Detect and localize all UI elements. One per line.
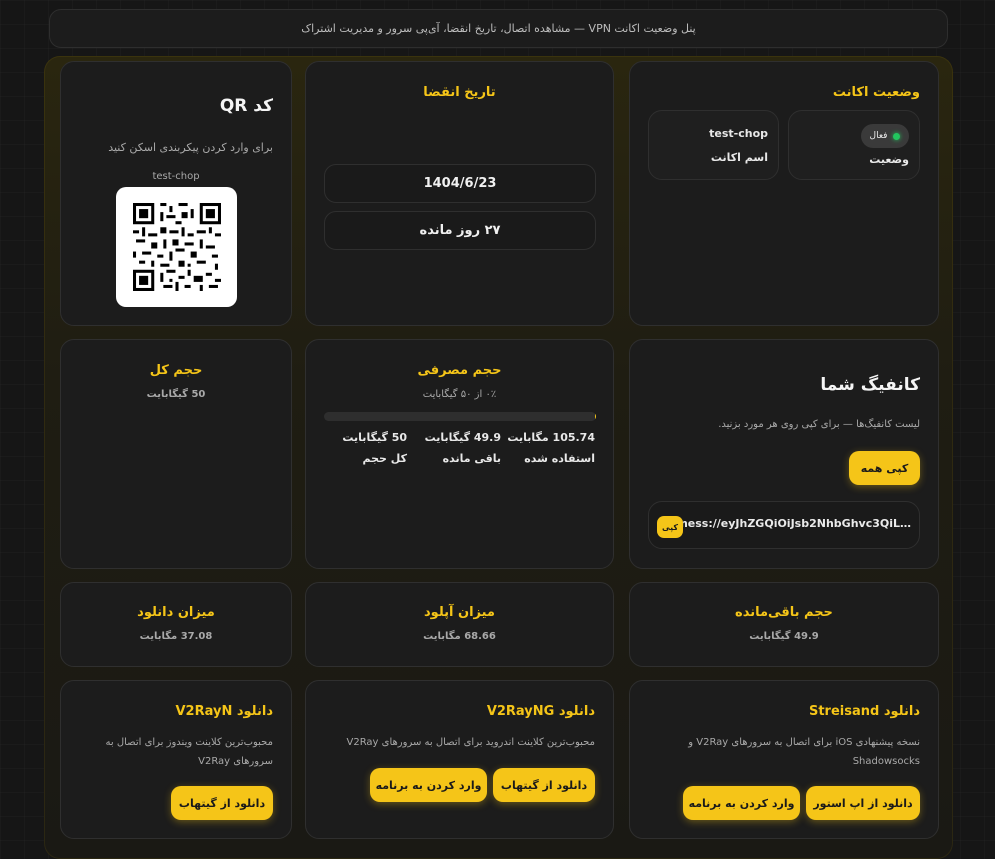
config-item[interactable]: vmess://eyJhZGQiOiJsb2NhbGhvc3QiL… کپی [648,501,920,549]
usage-used-value: 105.74 مگابایت [507,431,595,444]
app-store-button[interactable]: دانلود از اپ استور [806,786,920,820]
config-copy-button[interactable]: کپی [657,516,683,538]
status-label: وضعیت [869,153,909,166]
remaining-volume-title: حجم باقی‌مانده [735,605,833,620]
v2rayn-desc: محبوب‌ترین کلاینت ویندوز برای اتصال به س… [105,737,273,767]
qr-code-icon [132,203,221,291]
qr-code-image [116,187,237,307]
remaining-volume-card: حجم باقی‌مانده 49.9 گیگابایت [629,582,939,667]
usage-progress-bar [324,412,596,421]
qr-card: کد QR برای وارد کردن پیکربندی اسکن کنید … [60,61,292,326]
v2rayng-desc: محبوب‌ترین کلاینت اندروید برای اتصال به … [346,737,596,748]
config-hint: لیست کانفیگ‌ها — برای کپی روی هر مورد بز… [718,419,920,430]
download-card: میزان دانلود 37.08 مگابایت [60,582,292,667]
qr-title: کد QR [219,96,273,116]
expiry-title: تاریخ انقضا [423,85,496,100]
status-badge-text: فعال [869,131,888,141]
v2rayng-card: دانلود V2RayNG محبوب‌ترین کلاینت اندروید… [305,680,614,839]
total-volume-value: 50 گیگابایت [146,389,206,400]
upload-card: میزان آپلود 68.66 مگابایت [305,582,614,667]
copy-all-button[interactable]: کپی همه [849,451,920,485]
v2rayn-card: دانلود V2RayN محبوب‌ترین کلاینت ویندوز ب… [60,680,292,839]
usage-used-label: استفاده شده [524,452,595,465]
streisand-desc: نسخه پیشنهادی iOS برای اتصال به سرورهای … [688,737,920,767]
usage-percent: ۰٪ از ۵۰ گیگابایت [422,389,497,400]
account-status-title: وضعیت اکانت [832,85,920,100]
usage-title: حجم مصرفی [417,363,502,378]
config-card: کانفیگ شما لیست کانفیگ‌ها — برای کپی روی… [629,339,939,569]
status-tile: فعال وضعیت [788,110,920,180]
v2rayng-title: دانلود V2RayNG [486,704,595,719]
streisand-import-button[interactable]: وارد کردن به برنامه [683,786,800,820]
total-volume-card: حجم کل 50 گیگابایت [60,339,292,569]
usage-card: حجم مصرفی ۰٪ از ۵۰ گیگابایت 105.74 مگابا… [305,339,614,569]
config-title: کانفیگ شما [820,375,920,395]
expiry-date: 1404/6/23 [324,164,596,203]
usage-progress-fill [595,412,596,421]
usage-total-label: کل حجم [362,452,407,465]
account-status-card: وضعیت اکانت فعال وضعیت test-chop اسم اکا… [629,61,939,326]
status-dot-icon [893,132,901,140]
qr-name: test-chop [152,171,200,182]
usage-remain-label: باقی مانده [442,452,501,465]
download-value: 37.08 مگابایت [139,631,213,642]
header-subtitle: پنل وضعیت اکانت VPN — مشاهده اتصال، تاری… [301,22,696,35]
config-item-text: vmess://eyJhZGQiOiJsb2NhbGhvc3QiL… [669,517,911,530]
total-volume-title: حجم کل [149,363,203,378]
remaining-volume-value: 49.9 گیگابایت [749,631,819,642]
usage-total-value: 50 گیگابایت [342,431,407,444]
upload-value: 68.66 مگابایت [423,631,496,642]
v2rayng-github-button[interactable]: دانلود از گیتهاب [493,768,595,802]
qr-hint: برای وارد کردن پیکربندی اسکن کنید [108,141,273,154]
expiry-card: تاریخ انقضا 1404/6/23 ۲۷ روز مانده [305,61,614,326]
account-name-tile: test-chop اسم اکانت [648,110,779,180]
account-name-value: test-chop [709,127,768,140]
account-name-label: اسم اکانت [710,151,768,164]
header-bar: پنل وضعیت اکانت VPN — مشاهده اتصال، تاری… [49,9,948,48]
streisand-title: دانلود Streisand [808,704,920,719]
status-badge: فعال [861,124,909,148]
upload-title: میزان آپلود [424,605,495,620]
v2rayng-import-button[interactable]: وارد کردن به برنامه [370,768,487,802]
usage-remain-value: 49.9 گیگابایت [424,431,501,444]
v2rayn-title: دانلود V2RayN [175,704,273,719]
v2rayn-github-button[interactable]: دانلود از گیتهاب [171,786,273,820]
download-title: میزان دانلود [137,605,215,620]
expiry-days-left: ۲۷ روز مانده [324,211,596,250]
streisand-card: دانلود Streisand نسخه پیشنهادی iOS برای … [629,680,939,839]
